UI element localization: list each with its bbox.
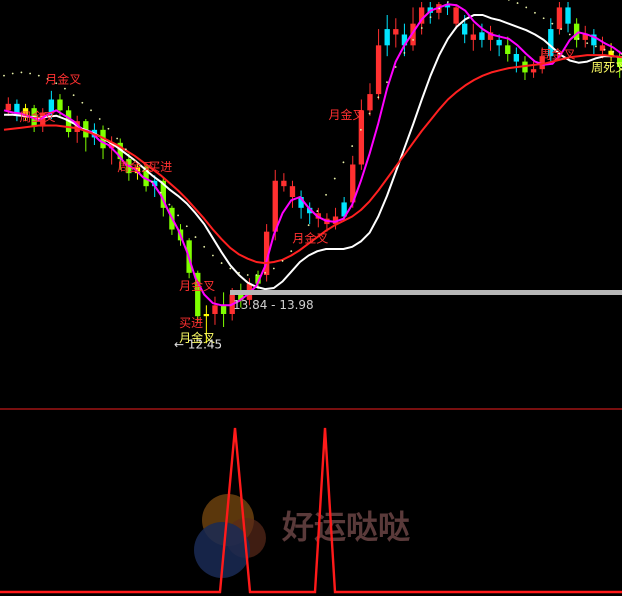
envelope-dot (586, 42, 589, 45)
candle-body (212, 305, 218, 314)
envelope-dot (20, 71, 23, 74)
envelope-dot (185, 225, 188, 228)
price-line-label: 13.84 - 13.98 (233, 298, 314, 312)
candle-body (530, 69, 537, 73)
envelope-dot (238, 271, 240, 274)
low-price-label: ← 12.45 (174, 338, 222, 352)
signal-annotation: 月金叉 (328, 107, 364, 122)
envelope-dot (525, 6, 528, 9)
envelope-dot (412, 39, 414, 41)
candle-body (513, 54, 520, 62)
envelope-dot (290, 250, 293, 253)
envelope-dot (107, 127, 110, 130)
envelope-dot (560, 28, 562, 30)
envelope-dot (220, 262, 223, 264)
envelope-dot (212, 254, 214, 257)
candle-body (479, 32, 485, 40)
envelope-dot (351, 145, 354, 147)
candle-body (220, 305, 227, 314)
envelope-dot (542, 17, 545, 20)
price-bar (230, 290, 622, 295)
signal-annotation: 月金叉 (179, 278, 215, 293)
envelope-dot (447, 1, 449, 3)
envelope-dot (229, 267, 232, 270)
envelope-dot (429, 16, 432, 19)
signal-annotation: 周死叉 (591, 60, 622, 74)
candle-body (556, 7, 563, 30)
envelope-dot (255, 274, 258, 276)
envelope-dot (568, 33, 571, 36)
candle-body (565, 7, 571, 24)
envelope-dot (168, 203, 171, 206)
envelope-dot (124, 148, 127, 151)
envelope-dot (159, 191, 162, 194)
envelope-dot (551, 22, 554, 25)
candle-body (384, 29, 390, 46)
envelope-dot (316, 210, 319, 212)
candle-body (453, 7, 459, 24)
envelope-dot (516, 2, 519, 4)
candle-body (57, 99, 63, 111)
signal-annotation: 月金叉 (45, 71, 81, 86)
envelope-dot (177, 214, 179, 217)
candle-body (281, 180, 287, 187)
candle-body (289, 186, 296, 197)
envelope-dot (37, 74, 40, 77)
candle-body (462, 23, 468, 35)
envelope-dot (342, 161, 345, 164)
envelope-dot (151, 180, 153, 183)
envelope-dot (264, 271, 267, 274)
envelope-dot (307, 224, 310, 227)
envelope-dot (64, 87, 66, 90)
envelope-dot (72, 94, 75, 97)
signal-annotation: 周金叉 (19, 109, 55, 124)
envelope-dot (203, 245, 206, 248)
envelope-dot (403, 52, 406, 54)
candle-body (375, 45, 382, 95)
signal-annotation: 周金叉 (540, 46, 576, 61)
signal-annotation: 月金叉 (292, 231, 328, 246)
signal-annotation: 买进 (148, 160, 172, 174)
envelope-dot (116, 137, 119, 140)
candle-body (496, 39, 502, 46)
candle-body (203, 314, 210, 317)
envelope-dot (272, 267, 275, 270)
envelope-dot (194, 236, 197, 238)
envelope-dot (359, 128, 362, 131)
envelope-dot (603, 48, 606, 51)
chart-canvas: 13.84 - 13.98 月金叉周金叉周金叉买进月金叉月金叉月金叉买进月金叉周… (0, 0, 622, 596)
envelope-dot (368, 112, 371, 115)
envelope-dot (29, 72, 32, 75)
envelope-dot (394, 66, 397, 68)
envelope-dot (3, 74, 5, 77)
envelope-dot (98, 118, 101, 120)
candle-body (5, 103, 11, 111)
envelope-dot (420, 27, 423, 29)
envelope-dot (325, 193, 327, 196)
envelope-dot (246, 274, 249, 276)
candle-body (470, 34, 476, 40)
envelope-dot (534, 11, 536, 14)
candle-body (367, 94, 373, 111)
envelope-dot (11, 72, 14, 75)
signal-annotation: 买进 (179, 316, 203, 330)
candle-body (393, 29, 399, 35)
envelope-dot (377, 96, 380, 99)
envelope-dot (438, 7, 441, 10)
envelope-dot (90, 109, 92, 112)
watermark-text: 好运哒哒 (281, 508, 410, 546)
envelope-dot (612, 50, 615, 53)
envelope-dot (281, 260, 284, 262)
envelope-dot (386, 81, 388, 84)
envelope-dot (594, 45, 597, 48)
envelope-dot (333, 177, 336, 180)
envelope-dot (81, 101, 84, 104)
envelope-dot (577, 37, 580, 40)
candle-body (505, 45, 511, 54)
